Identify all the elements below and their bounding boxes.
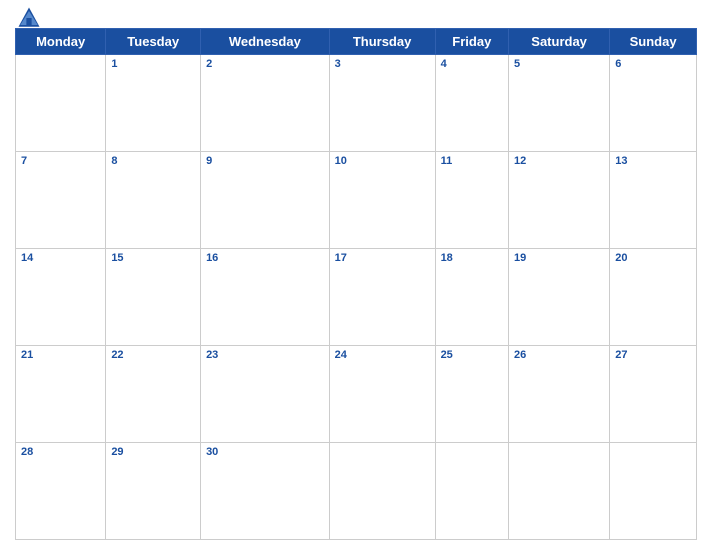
weekday-header-monday: Monday: [16, 29, 106, 55]
day-number: 27: [615, 349, 627, 361]
day-number: 12: [514, 155, 526, 167]
calendar-cell: [329, 443, 435, 540]
calendar-cell: 27: [610, 346, 697, 443]
logo-icon: [15, 4, 43, 32]
calendar-cell: 21: [16, 346, 106, 443]
calendar-cell: 26: [509, 346, 610, 443]
calendar-cell: 24: [329, 346, 435, 443]
day-number: 1: [111, 58, 117, 70]
calendar-cell: 1: [106, 55, 201, 152]
calendar-cell: 8: [106, 152, 201, 249]
day-number: 3: [335, 58, 341, 70]
day-number: 14: [21, 252, 33, 264]
day-number: 11: [441, 155, 453, 167]
weekday-header-wednesday: Wednesday: [201, 29, 330, 55]
calendar-cell: 16: [201, 249, 330, 346]
calendar-cell: [435, 443, 508, 540]
weekday-header-sunday: Sunday: [610, 29, 697, 55]
weekday-header-thursday: Thursday: [329, 29, 435, 55]
day-number: 17: [335, 252, 347, 264]
calendar-cell: 29: [106, 443, 201, 540]
weekday-header-friday: Friday: [435, 29, 508, 55]
calendar-cell: [509, 443, 610, 540]
day-number: 13: [615, 155, 627, 167]
logo: [15, 4, 47, 32]
calendar-cell: 4: [435, 55, 508, 152]
day-number: 28: [21, 446, 33, 458]
day-number: 25: [441, 349, 453, 361]
calendar-cell: 28: [16, 443, 106, 540]
day-number: 10: [335, 155, 347, 167]
day-number: 6: [615, 58, 621, 70]
calendar-cell: 6: [610, 55, 697, 152]
day-number: 29: [111, 446, 123, 458]
calendar-cell: 5: [509, 55, 610, 152]
day-number: 18: [441, 252, 453, 264]
calendar-cell: 18: [435, 249, 508, 346]
day-number: 4: [441, 58, 447, 70]
day-number: 26: [514, 349, 526, 361]
day-number: 20: [615, 252, 627, 264]
day-number: 30: [206, 446, 218, 458]
calendar-cell: 22: [106, 346, 201, 443]
week-row-5: 28 29 30: [16, 443, 697, 540]
day-number: 5: [514, 58, 520, 70]
day-number: 7: [21, 155, 27, 167]
calendar-cell: 25: [435, 346, 508, 443]
day-number: 22: [111, 349, 123, 361]
day-number: 15: [111, 252, 123, 264]
calendar-cell: 12: [509, 152, 610, 249]
calendar-cell: 14: [16, 249, 106, 346]
calendar-header: [15, 10, 697, 22]
calendar-cell: 10: [329, 152, 435, 249]
weekday-header-row: MondayTuesdayWednesdayThursdayFridaySatu…: [16, 29, 697, 55]
weekday-header-tuesday: Tuesday: [106, 29, 201, 55]
calendar-cell: [16, 55, 106, 152]
calendar-cell: 23: [201, 346, 330, 443]
week-row-2: 7 8 9 10 11 12 13: [16, 152, 697, 249]
day-number: 8: [111, 155, 117, 167]
calendar-cell: 9: [201, 152, 330, 249]
week-row-1: 1 2 3 4 5 6: [16, 55, 697, 152]
calendar-cell: 15: [106, 249, 201, 346]
calendar-cell: 11: [435, 152, 508, 249]
week-row-4: 21 22 23 24 25 26 27: [16, 346, 697, 443]
calendar-cell: [610, 443, 697, 540]
calendar-cell: 30: [201, 443, 330, 540]
calendar-cell: 2: [201, 55, 330, 152]
week-row-3: 14 15 16 17 18 19 20: [16, 249, 697, 346]
day-number: 24: [335, 349, 347, 361]
day-number: 2: [206, 58, 212, 70]
calendar-cell: 19: [509, 249, 610, 346]
calendar-cell: 7: [16, 152, 106, 249]
day-number: 19: [514, 252, 526, 264]
calendar-cell: 13: [610, 152, 697, 249]
weekday-header-saturday: Saturday: [509, 29, 610, 55]
calendar-cell: 17: [329, 249, 435, 346]
calendar-cell: 20: [610, 249, 697, 346]
calendar-table: MondayTuesdayWednesdayThursdayFridaySatu…: [15, 28, 697, 540]
day-number: 21: [21, 349, 33, 361]
day-number: 23: [206, 349, 218, 361]
calendar-cell: 3: [329, 55, 435, 152]
day-number: 16: [206, 252, 218, 264]
day-number: 9: [206, 155, 212, 167]
